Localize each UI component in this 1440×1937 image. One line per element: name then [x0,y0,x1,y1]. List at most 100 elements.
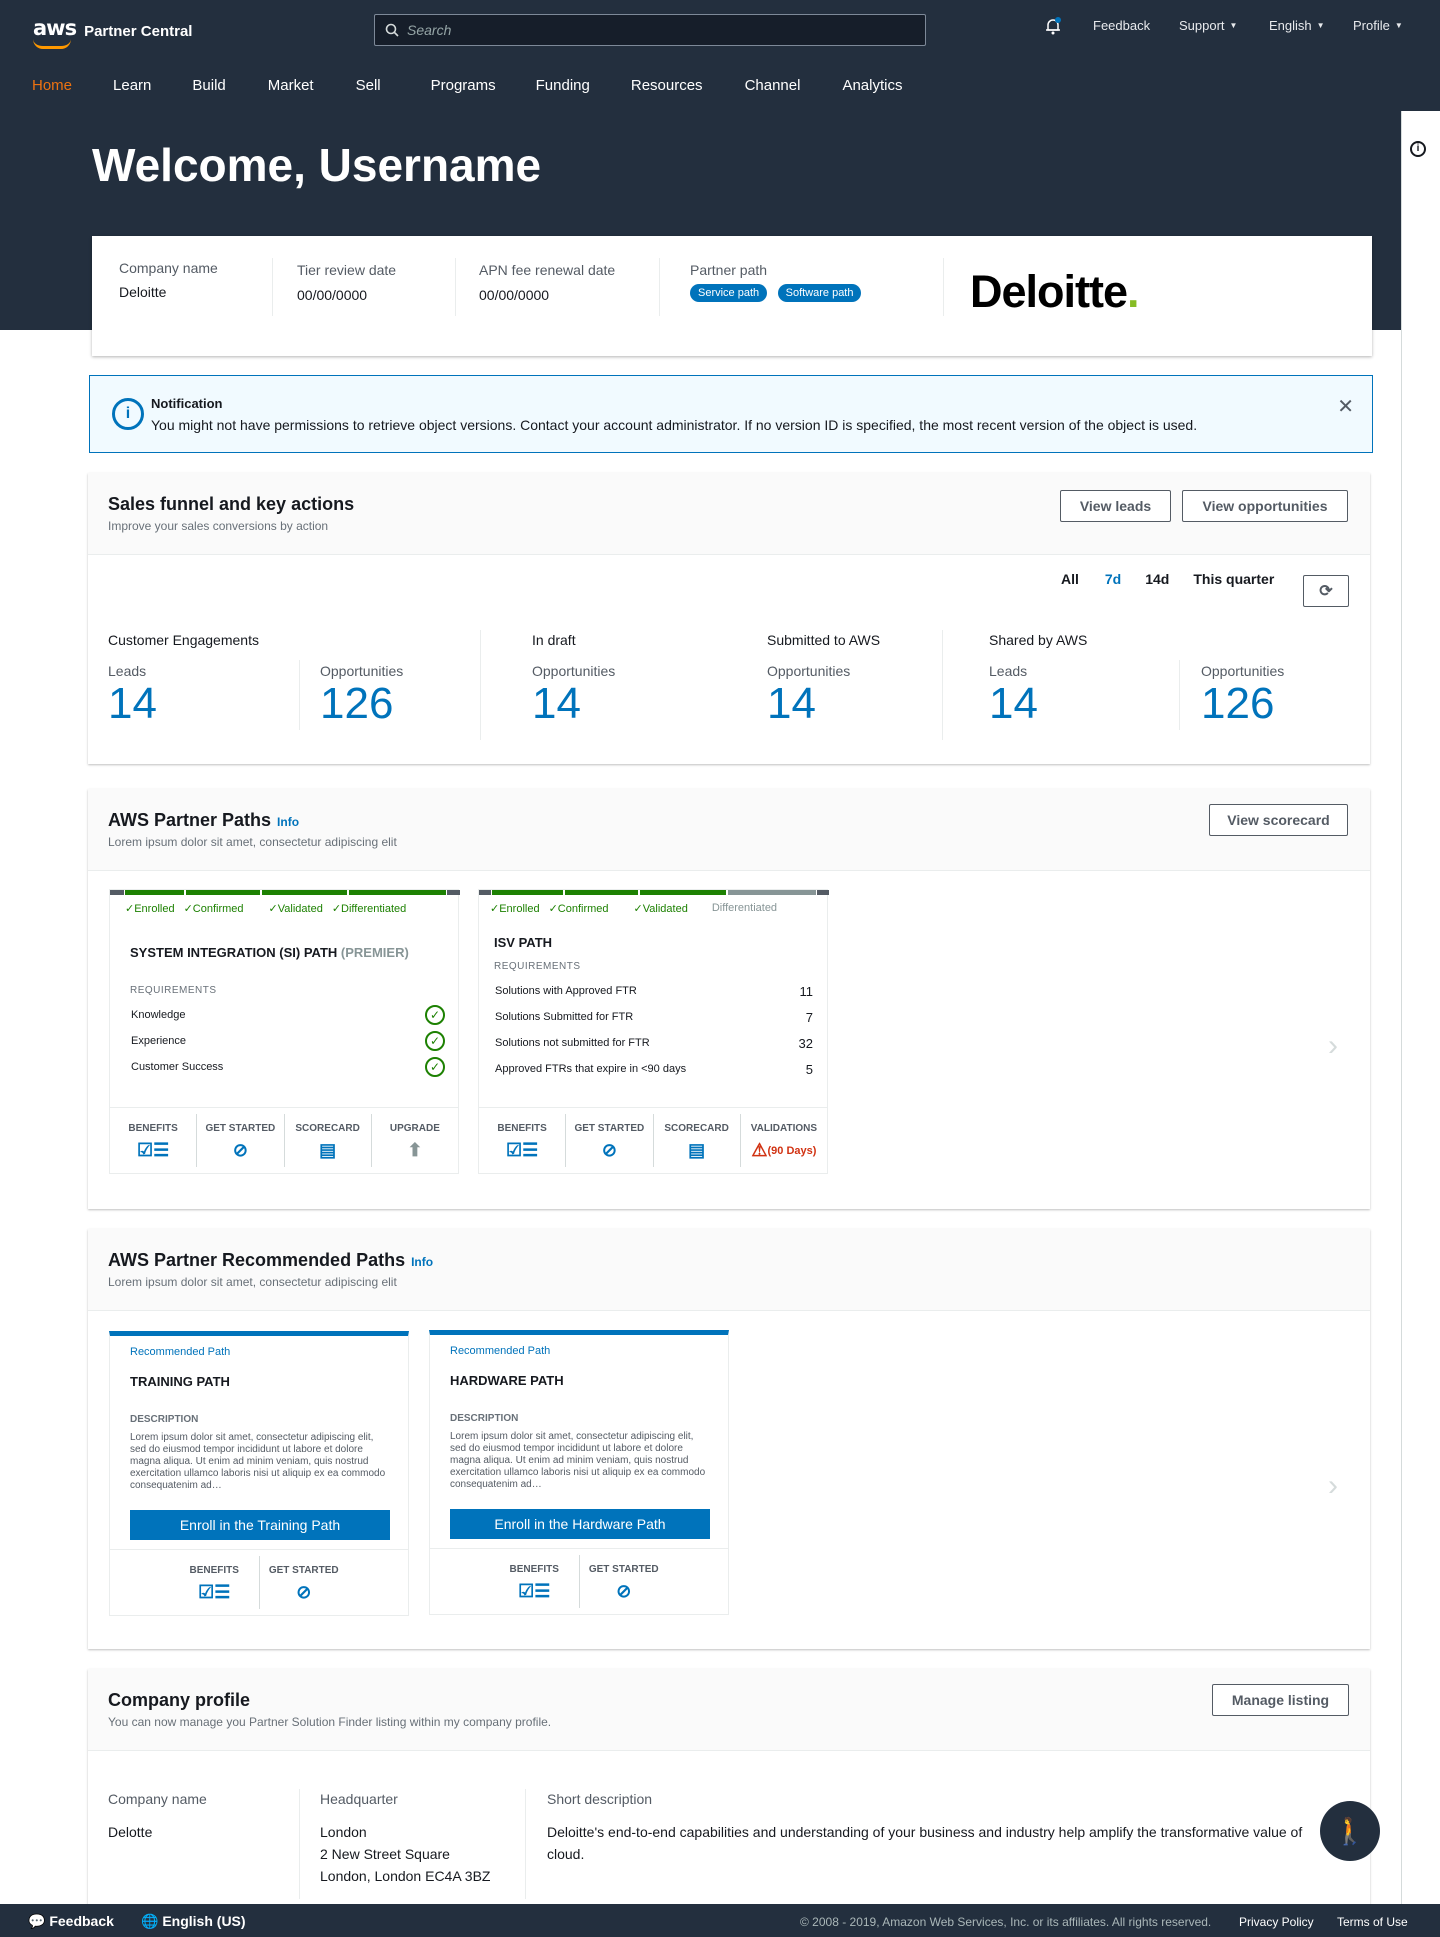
metric-value: 14 [767,679,816,728]
info-link[interactable]: Info [411,1255,433,1269]
recommended-paths-panel: AWS Partner Recommended Paths Info Lorem … [88,1229,1370,1649]
feedback-link[interactable]: Feedback [1093,18,1150,33]
nav-programs[interactable]: Programs [431,77,496,94]
requirement-row: Customer Success ✓ [131,1054,445,1080]
check-circle-icon: ✓ [425,1057,445,1077]
info-icon[interactable]: i [1410,141,1426,157]
metric-value: 14 [989,679,1038,728]
nav-sell[interactable]: Sell [356,77,381,94]
aws-smile-icon [33,39,71,49]
search-input[interactable] [407,22,907,38]
short-description: Deloitte's end-to-end capabilities and u… [547,1824,1303,1862]
view-leads-button[interactable]: View leads [1060,490,1171,522]
panel-title: AWS Partner Recommended Paths Info [108,1250,433,1271]
aws-logo[interactable]: aws Partner Central [33,17,192,49]
benefits-action[interactable]: BENEFITS ☑☰ [479,1114,567,1167]
requirement-row: Experience ✓ [131,1028,445,1054]
address-line: London, London EC4A 3BZ [320,1868,491,1884]
benefits-action[interactable]: BENEFITS ☑☰ [170,1556,260,1609]
action-label: GET STARTED [268,1565,339,1576]
support-menu[interactable]: Support ▼ [1179,18,1237,33]
manage-listing-button[interactable]: Manage listing [1212,1684,1349,1716]
software-path-badge[interactable]: Software path [777,284,862,302]
check-circle-icon: ✓ [425,1005,445,1025]
progress-segment [262,890,347,895]
info-link[interactable]: Info [277,815,299,829]
metric-leads[interactable]: Leads 14 [108,663,157,729]
card-title: SYSTEM INTEGRATION (SI) PATH (PREMIER) [130,945,409,960]
refresh-button[interactable]: ⟳ [1303,575,1349,607]
checklist-icon: ☑☰ [198,1582,231,1602]
scorecard-action[interactable]: SCORECARD ▤ [654,1114,741,1167]
close-icon[interactable]: ✕ [1337,394,1354,419]
benefits-action[interactable]: BENEFITS ☑☰ [110,1114,198,1167]
divider [455,258,456,316]
validations-action[interactable]: VALIDATIONS ⚠ (90 Days) [741,1114,827,1167]
feedback-footer-link[interactable]: 💬 Feedback [28,1913,114,1930]
divider [480,630,481,740]
requirement-row: Knowledge ✓ [131,1002,445,1028]
benefits-action[interactable]: BENEFITS ☑☰ [490,1555,580,1608]
metric-draft-opportunities[interactable]: Opportunities 14 [532,663,615,729]
nav-funding[interactable]: Funding [536,77,590,94]
requirement-label: Experience [131,1035,187,1047]
language-menu[interactable]: English ▼ [1269,18,1325,33]
panel-header: Sales funnel and key actions Improve you… [88,473,1370,555]
nav-market[interactable]: Market [268,77,314,94]
profile-menu[interactable]: Profile ▼ [1353,18,1403,33]
chevron-right-icon[interactable]: › [1328,1029,1338,1063]
upgrade-action[interactable]: UPGRADE ⬆ [372,1114,458,1167]
card-title: TRAINING PATH [130,1374,230,1389]
company-summary-card: Company name Deloitte Tier review date 0… [92,236,1372,356]
divider [299,1789,300,1899]
get-started-action[interactable]: GET STARTED ⊘ [197,1114,285,1167]
get-started-action[interactable]: GET STARTED ⊘ [566,1114,654,1167]
divider [525,1789,526,1899]
terms-link[interactable]: Terms of Use [1337,1915,1408,1929]
filter-14d[interactable]: 14d [1145,571,1169,587]
filter-all[interactable]: All [1061,571,1079,587]
progress-segment [640,890,726,895]
filter-7d[interactable]: 7d [1105,571,1121,587]
metric-shared-opportunities[interactable]: Opportunities 126 [1201,663,1284,729]
metric-label: Opportunities [1201,663,1285,679]
notification-bell-icon[interactable] [1045,17,1061,35]
nav-analytics[interactable]: Analytics [842,77,902,94]
partner-paths-panel: AWS Partner Paths Info Lorem ipsum dolor … [88,789,1370,1209]
isv-path-card: ✓Enrolled ✓Confirmed ✓Validated Differen… [478,889,829,1174]
accessibility-button[interactable]: 🚶 [1320,1801,1380,1861]
nav-learn[interactable]: Learn [113,77,151,94]
metric-submitted-opportunities[interactable]: Opportunities 14 [767,663,850,729]
enroll-training-button[interactable]: Enroll in the Training Path [130,1510,390,1540]
enroll-hardware-button[interactable]: Enroll in the Hardware Path [450,1509,710,1539]
partner-path-field: Partner path Service path Software path [690,262,867,302]
footer-feedback-label: Feedback [49,1913,114,1929]
nav-resources[interactable]: Resources [631,77,703,94]
get-started-action[interactable]: GET STARTED ⊘ [260,1556,349,1609]
filter-this-quarter[interactable]: This quarter [1193,571,1274,587]
nav-channel[interactable]: Channel [745,77,801,94]
chevron-right-icon[interactable]: › [1328,1469,1338,1503]
progress-segment [492,890,563,895]
requirements-label: REQUIREMENTS [130,985,217,996]
nav-home[interactable]: Home [32,77,72,94]
field-label: Company name [108,1791,207,1807]
get-started-action[interactable]: GET STARTED ⊘ [580,1555,669,1608]
language-footer-link[interactable]: 🌐 English (US) [141,1913,246,1930]
step-label: ✓Validated [268,903,323,915]
divider [272,258,273,316]
view-opportunities-button[interactable]: View opportunities [1182,490,1348,522]
service-path-badge[interactable]: Service path [690,284,768,302]
action-label: GET STARTED [205,1123,276,1134]
scorecard-action[interactable]: SCORECARD ▤ [285,1114,372,1167]
privacy-link[interactable]: Privacy Policy [1239,1915,1314,1929]
refresh-icon: ⟳ [1319,583,1333,600]
metric-opportunities[interactable]: Opportunities 126 [320,663,403,729]
nav-build[interactable]: Build [192,77,225,94]
metric-shared-leads[interactable]: Leads 14 [989,663,1038,729]
card-tag: Recommended Path [130,1346,231,1358]
footer-language-label: English (US) [162,1913,246,1929]
search-box[interactable] [374,14,926,46]
view-scorecard-button[interactable]: View scorecard [1209,804,1348,836]
apn-renewal-field: APN fee renewal date 00/00/0000 [479,262,615,303]
